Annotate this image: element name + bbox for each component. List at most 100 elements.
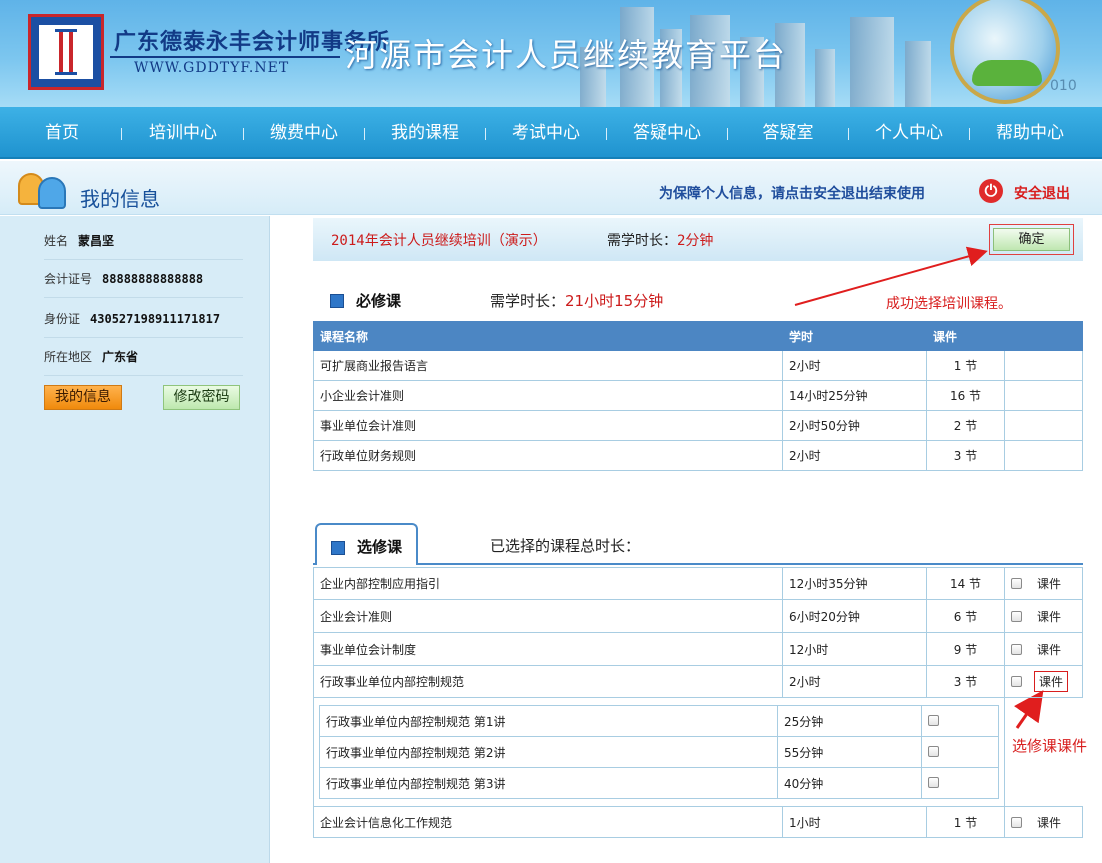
table-row: 企业会计信息化工作规范 1小时 1 节 课件 [313,806,1083,838]
course-name-cell: 行政事业单位内部控制规范 [313,665,783,698]
profile-region-row: 所在地区 广东省 [44,338,243,376]
sub-lesson-row: 行政事业单位内部控制规范 第2讲 55分钟 [319,736,999,768]
sub-lesson-checkbox[interactable] [928,715,939,726]
course-name-cell: 企业内部控制应用指引 [313,567,783,600]
sub-lesson-name: 行政事业单位内部控制规范 第2讲 [319,736,778,768]
course-required-time: 需学时长：2分钟 [607,230,713,250]
nav-exam[interactable]: 考试中心 [500,107,592,159]
sub-lesson-name: 行政事业单位内部控制规范 第1讲 [319,705,778,737]
safety-tip: 为保障个人信息，请点击安全退出结束使用 [659,186,925,202]
required-time-value: 21小时15分钟 [565,292,664,310]
company-logo [28,14,104,90]
lessons-cell: 14 节 [926,567,1005,600]
sub-lesson-duration: 55分钟 [777,736,922,768]
sub-lessons-table: 行政事业单位内部控制规范 第1讲 25分钟 行政事业单位内部控制规范 第2讲 5… [319,705,999,799]
table-row: 事业单位会计准则 2小时50分钟 2 节 [313,410,1083,441]
lessons-cell: 1 节 [926,350,1005,381]
company-divider [110,56,340,58]
table-row: 可扩展商业报告语言 2小时 1 节 [313,350,1083,381]
my-info-button[interactable]: 我的信息 [44,385,122,410]
power-icon[interactable]: ⏻ [979,179,1003,203]
course-name-cell: 事业单位会计准则 [313,410,783,441]
profile-sidebar: 姓名 蒙昌坚 会计证号 88888888888888 身份证 430527198911… [0,216,270,863]
logout-link[interactable]: 安全退出 [1014,183,1070,203]
elective-table-last: 企业会计信息化工作规范 1小时 1 节 课件 [313,806,1083,838]
annotation-success: 成功选择培训课程。 [886,296,1012,312]
select-checkbox[interactable] [1011,643,1022,655]
nav-payment[interactable]: 缴费中心 [258,107,350,159]
nav-help[interactable]: 帮助中心 [984,107,1076,159]
info-bar: 我的信息 为保障个人信息，请点击安全退出结束使用 ⏻ 安全退出 [0,161,1102,215]
nav-my-courses[interactable]: 我的课程 [379,107,471,159]
sub-lesson-row: 行政事业单位内部控制规范 第3讲 40分钟 [319,767,999,799]
elective-tab-line [313,563,1083,565]
course-req-value: 2分钟 [677,233,714,249]
nav-qa-room[interactable]: 答疑室 [742,107,834,159]
confirm-button[interactable]: 确定 [993,228,1070,251]
select-checkbox[interactable] [1011,578,1022,589]
courseware-link[interactable]: 课件 [1034,608,1064,625]
sub-lesson-duration: 40分钟 [777,767,922,799]
region-value: 广东省 [102,350,139,364]
annotation-elective: 选修课课件 [1012,737,1088,755]
cert-label: 会计证号 [44,272,93,286]
confirm-highlight: 确定 [989,224,1074,255]
required-time-label: 需学时长： [490,292,566,310]
lessons-cell: 16 节 [926,380,1005,411]
table-row: 企业会计准则 6小时20分钟 6 节 课件 [313,599,1083,633]
profile-cert-row: 会计证号 88888888888888 [44,260,243,298]
course-req-label: 需学时长： [607,233,677,249]
page-root: 广东德泰永丰会计师事务所 WWW.GDDTYF.NET 河源市会计人员继续教育平… [0,0,1102,863]
name-label: 姓名 [44,234,69,248]
elective-selected-time: 已选择的课程总时长： [490,537,641,555]
course-name-cell: 企业会计准则 [313,599,783,633]
course-name-cell: 可扩展商业报告语言 [313,350,783,381]
course-header: 2014年会计人员继续培训（演示） 需学时长：2分钟 [313,218,1083,261]
hours-cell: 14小时25分钟 [782,380,927,411]
arrow-to-courseware [1013,690,1044,729]
id-label: 身份证 [44,312,81,326]
course-name: 2014年会计人员继续培训（演示） [331,233,547,249]
hours-cell: 2小时 [782,665,927,698]
required-section-icon [330,294,344,308]
site-title: 河源市会计人员继续教育平台 [345,36,788,74]
courseware-link[interactable]: 课件 [1034,575,1064,592]
hours-cell: 12小时 [782,632,927,666]
change-password-button[interactable]: 修改密码 [163,385,240,410]
name-value: 蒙昌坚 [78,234,115,248]
select-checkbox[interactable] [1011,816,1022,828]
courseware-link[interactable]: 课件 [1034,814,1064,831]
select-checkbox[interactable] [1011,610,1022,622]
nav-training[interactable]: 培训中心 [137,107,229,159]
sub-lesson-checkbox[interactable] [928,777,939,788]
col-hours: 学时 [782,321,927,351]
course-name-cell: 小企业会计准则 [313,380,783,411]
nav-qa-center[interactable]: 答疑中心 [621,107,713,159]
required-time: 需学时长：21小时15分钟 [490,290,663,311]
nav-personal[interactable]: 个人中心 [863,107,955,159]
required-title: 必修课 [356,292,402,310]
select-checkbox[interactable] [1011,676,1022,687]
cert-value: 88888888888888 [102,272,204,286]
lessons-cell: 3 节 [926,440,1005,471]
hours-cell: 2小时 [782,440,927,471]
banner-year: 010 [1050,78,1077,94]
courseware-link[interactable]: 课件 [1034,641,1064,658]
site-banner: 广东德泰永丰会计师事务所 WWW.GDDTYF.NET 河源市会计人员继续教育平… [0,0,1102,107]
course-name-cell: 企业会计信息化工作规范 [313,806,783,838]
globe-icon [950,0,1060,104]
tab-elective[interactable]: 选修课 [315,523,418,565]
elective-table: 企业内部控制应用指引 12小时35分钟 14 节 课件 企业会计准则 6小时20… [313,567,1083,698]
hours-cell: 2小时 [782,350,927,381]
elective-section-icon [331,541,345,555]
page-title: 我的信息 [80,187,160,211]
col-name: 课程名称 [313,321,783,351]
nav-home[interactable]: 首页 [22,107,102,159]
courseware-link-highlighted[interactable]: 课件 [1034,671,1069,692]
sub-lesson-checkbox[interactable] [928,746,939,757]
table-row: 事业单位会计制度 12小时 9 节 课件 [313,632,1083,666]
profile-id-row: 身份证 430527198911171817 [44,300,243,338]
table-header-row: 课程名称 学时 课件 [313,321,1083,351]
users-icon [18,173,70,209]
elective-title: 选修课 [357,538,403,556]
